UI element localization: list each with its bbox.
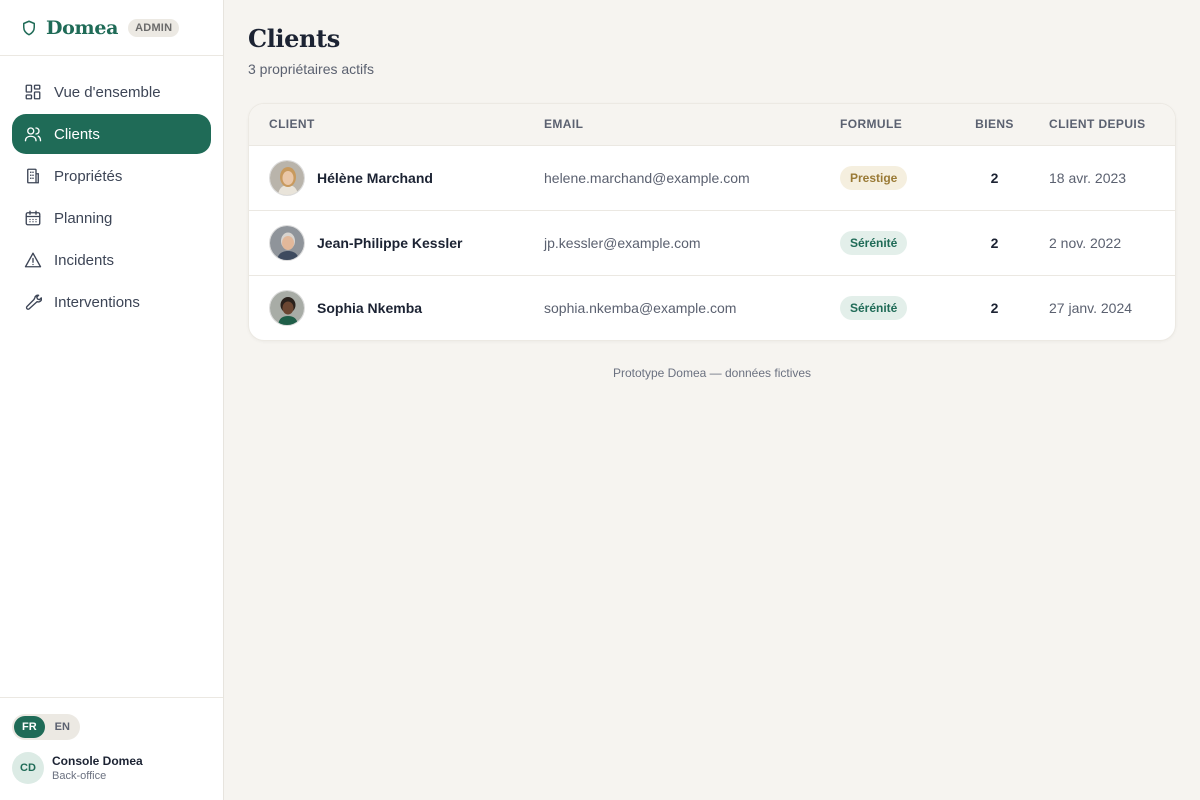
shield-icon — [20, 19, 38, 37]
table-header: CLIENT EMAIL FORMULE BIENS CLIENT DEPUIS — [249, 104, 1175, 146]
wrench-icon — [24, 293, 42, 311]
calendar-icon — [24, 209, 42, 227]
client-avatar — [269, 289, 305, 326]
sidebar-footer: FR EN CD Console Domea Back-office — [0, 697, 223, 800]
nav-item-incidents[interactable]: Incidents — [12, 240, 211, 280]
client-since: 27 janv. 2024 — [1049, 299, 1133, 316]
table-row[interactable]: Hélène Marchand helene.marchand@example.… — [249, 145, 1175, 211]
biens-count: 2 — [948, 210, 1041, 276]
nav-item-label: Propriétés — [54, 167, 123, 185]
main-nav: Vue d'ensemble Clients Propriétés Planni… — [0, 56, 223, 338]
column-header-formule: FORMULE — [840, 104, 948, 146]
nav-item-label: Vue d'ensemble — [54, 83, 161, 101]
brand-name[interactable]: Domea — [46, 17, 118, 39]
client-since: 18 avr. 2023 — [1041, 145, 1175, 211]
column-header-email: EMAIL — [544, 104, 840, 146]
nav-item-clients[interactable]: Clients — [12, 114, 211, 154]
nav-item-label: Clients — [54, 125, 100, 143]
table-row[interactable]: Jean-Philippe Kessler jp.kessler@example… — [249, 210, 1175, 276]
nav-item-label: Incidents — [54, 251, 115, 269]
sidebar: Domea ADMIN Vue d'ensemble Clients Propr… — [0, 0, 224, 800]
client-name: Hélène Marchand — [317, 169, 433, 186]
page-subtitle: 3 propriétaires actifs — [248, 61, 375, 77]
biens-count: 2 — [990, 299, 999, 316]
column-header-client-depuis: CLIENT DEPUIS — [1041, 104, 1175, 146]
table-row[interactable]: Sophia Nkemba sophia.nkemba@example.com … — [249, 275, 1175, 340]
nav-item-label: Planning — [54, 209, 113, 227]
column-header-client: CLIENT — [249, 104, 544, 146]
client-name: Jean-Philippe Kessler — [317, 234, 463, 251]
user-name: Console Domea — [52, 754, 143, 768]
nav-item-planning[interactable]: Planning — [12, 198, 211, 238]
column-header-biens: BIENS — [948, 104, 1041, 146]
nav-item-interventions[interactable]: Interventions — [12, 282, 211, 322]
client-email: jp.kessler@example.com — [544, 210, 840, 276]
page-title: Clients — [248, 24, 340, 53]
lang-en-button[interactable]: EN — [47, 716, 78, 738]
nav-item-properties[interactable]: Propriétés — [12, 156, 211, 196]
client-avatar — [269, 159, 305, 196]
user-card: CD Console Domea Back-office — [12, 752, 211, 784]
user-role: Back-office — [52, 770, 107, 782]
formule-badge: Sérénité — [840, 295, 908, 320]
client-avatar — [269, 224, 305, 261]
client-since: 2 nov. 2022 — [1041, 210, 1175, 276]
warning-icon — [24, 251, 42, 269]
clients-table: CLIENT EMAIL FORMULE BIENS CLIENT DEPUIS — [248, 103, 1176, 341]
dashboard-icon — [24, 83, 42, 101]
avatar: CD — [12, 752, 44, 784]
admin-badge: ADMIN — [128, 18, 180, 37]
footer-note: Prototype Domea — données fictives — [612, 366, 812, 380]
formule-badge: Sérénité — [840, 230, 908, 255]
client-email: helene.marchand@example.com — [544, 145, 840, 211]
biens-count: 2 — [948, 145, 1041, 211]
client-name: Sophia Nkemba — [317, 299, 423, 316]
brand-header: Domea ADMIN — [0, 0, 223, 56]
language-switch: FR EN — [12, 714, 80, 740]
building-icon — [24, 167, 42, 185]
formule-badge: Prestige — [840, 165, 908, 190]
nav-item-overview[interactable]: Vue d'ensemble — [12, 72, 211, 112]
nav-item-label: Interventions — [54, 293, 140, 311]
main-content: Clients 3 propriétaires actifs CLIENT EM… — [224, 0, 1200, 800]
lang-fr-button[interactable]: FR — [14, 716, 45, 738]
users-icon — [24, 125, 42, 143]
client-email: sophia.nkemba@example.com — [544, 299, 737, 316]
